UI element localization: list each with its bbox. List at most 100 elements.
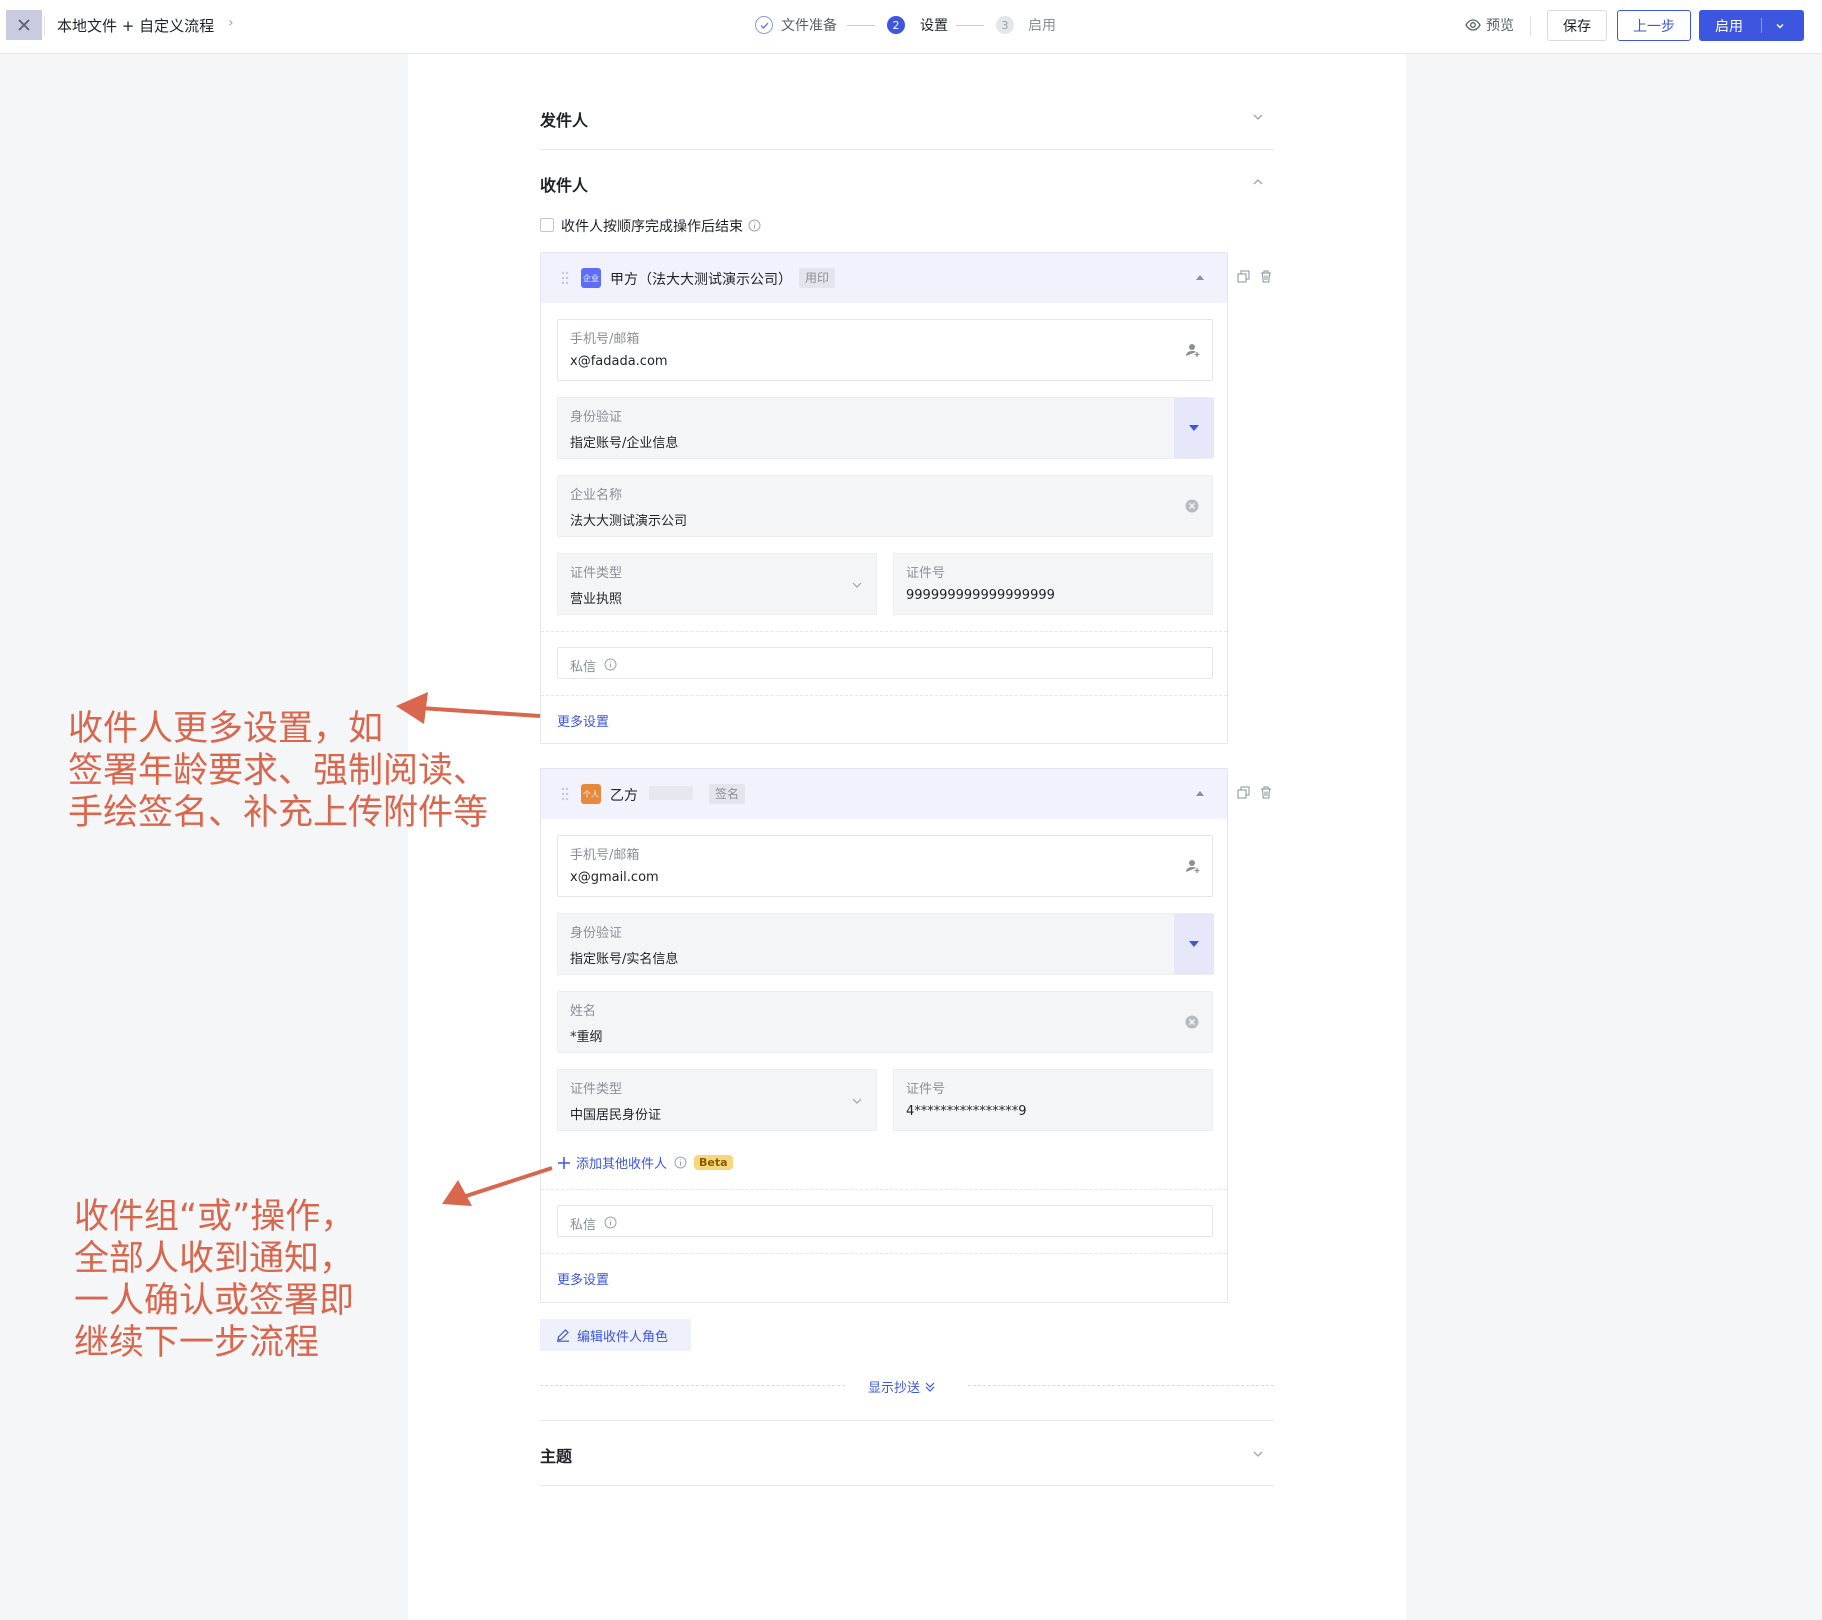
- preview-label: 预览: [1486, 18, 1514, 34]
- edit-recipient-roles-button[interactable]: 编辑收件人角色: [540, 1319, 691, 1351]
- annotation-line: 继续下一步流程: [74, 1323, 320, 1363]
- divider: [541, 695, 1227, 696]
- step-number-3: 3: [996, 16, 1014, 34]
- edit-roles-label: 编辑收件人角色: [577, 1329, 669, 1345]
- save-button[interactable]: 保存: [1547, 10, 1607, 41]
- action-tag: 用印: [799, 268, 836, 288]
- eye-icon: [1465, 19, 1481, 31]
- add-other-recipient-button[interactable]: 添加其他收件人 Beta: [557, 1153, 733, 1172]
- annotation-line: 签署年龄要求、强制阅读、: [68, 751, 489, 791]
- copy-icon[interactable]: [1237, 786, 1250, 799]
- field-label: 私信: [570, 1218, 597, 1233]
- step-label-settings[interactable]: 设置: [920, 15, 948, 35]
- show-cc-toggle[interactable]: 显示抄送: [868, 1377, 936, 1396]
- field-label: 证件号: [906, 566, 946, 581]
- step-label-prepare[interactable]: 文件准备: [781, 15, 837, 35]
- caret-down-icon: [1189, 425, 1199, 431]
- step-connector: [847, 25, 875, 26]
- identity-verification-select[interactable]: 身份验证 指定账号/企业信息: [557, 397, 1214, 459]
- org-badge: 企业: [581, 268, 601, 288]
- recipient-name: 乙方: [610, 788, 638, 804]
- identity-verification-select[interactable]: 身份验证 指定账号/实名信息: [557, 913, 1214, 975]
- info-icon[interactable]: [674, 1156, 687, 1169]
- chevron-down-icon[interactable]: [1252, 1448, 1264, 1460]
- divider: [968, 1385, 1274, 1386]
- private-message-field[interactable]: 私信: [557, 647, 1213, 679]
- step-number-2: 2: [887, 16, 905, 34]
- annotation-arrow: [442, 1166, 553, 1206]
- field-label: 企业名称: [570, 488, 623, 503]
- id-number-field[interactable]: 证件号 999999999999999999: [893, 553, 1213, 615]
- info-icon[interactable]: [604, 658, 617, 671]
- sequential-checkbox[interactable]: [540, 218, 554, 232]
- drag-handle-icon[interactable]: [561, 787, 569, 801]
- field-value: 4****************9: [906, 1104, 1027, 1119]
- contact-field[interactable]: 手机号/邮箱 x@gmail.com: [557, 835, 1213, 897]
- sender-section-title[interactable]: 发件人: [540, 107, 588, 131]
- chevron-down-icon[interactable]: [1252, 111, 1264, 123]
- contact-field[interactable]: 手机号/邮箱 x@fadada.com: [557, 319, 1213, 381]
- subject-section-title[interactable]: 主题: [540, 1443, 572, 1467]
- field-value: 法大大测试演示公司: [570, 514, 688, 529]
- divider: [541, 1189, 1227, 1190]
- field-label: 手机号/邮箱: [570, 332, 640, 347]
- enable-label: 启用: [1715, 18, 1743, 35]
- caret-up-icon[interactable]: [1195, 273, 1205, 281]
- annotation-line: 手绘签名、补充上传附件等: [68, 793, 489, 833]
- id-number-field[interactable]: 证件号 4****************9: [893, 1069, 1213, 1131]
- add-contact-icon[interactable]: [1185, 342, 1201, 358]
- chevron-up-icon[interactable]: [1252, 176, 1264, 188]
- caret-up-icon[interactable]: [1195, 789, 1205, 797]
- step-done-icon: [755, 16, 773, 34]
- field-label: 身份验证: [570, 926, 623, 941]
- show-cc-label: 显示抄送: [868, 1381, 921, 1396]
- recipient-card: 个人 乙方 签名 手机号/邮箱 x@gmail.com 身份验证 指定账号/实名…: [540, 768, 1228, 1303]
- delete-icon[interactable]: [1260, 786, 1272, 799]
- chevron-right-icon: ›: [228, 15, 234, 31]
- clear-icon[interactable]: [1185, 499, 1199, 513]
- recipient-card-header[interactable]: 个人 乙方 签名: [541, 769, 1227, 819]
- step-connector: [956, 25, 984, 26]
- more-settings-link[interactable]: 更多设置: [557, 711, 609, 730]
- preview-button[interactable]: 预览: [1465, 15, 1514, 35]
- person-badge: 个人: [581, 784, 601, 804]
- field-value: 中国居民身份证: [570, 1108, 662, 1123]
- close-icon: [18, 19, 30, 31]
- field-value: 999999999999999999: [906, 588, 1055, 603]
- more-settings-link[interactable]: 更多设置: [557, 1269, 609, 1288]
- enable-button[interactable]: 启用: [1699, 10, 1804, 41]
- delete-icon[interactable]: [1260, 270, 1272, 283]
- dropdown-toggle[interactable]: [1174, 398, 1214, 458]
- dropdown-toggle[interactable]: [1174, 914, 1214, 974]
- recipient-card: 企业 甲方（法大大测试演示公司） 用印 手机号/邮箱 x@fadada.com …: [540, 252, 1228, 744]
- divider: [540, 1385, 845, 1386]
- info-icon[interactable]: [604, 1216, 617, 1229]
- company-name-field[interactable]: 企业名称 法大大测试演示公司: [557, 475, 1213, 537]
- person-name-field[interactable]: 姓名 *重纲: [557, 991, 1213, 1053]
- annotation-line: 收件组“或”操作，: [74, 1197, 356, 1237]
- divider: [540, 1485, 1274, 1486]
- id-type-select[interactable]: 证件类型 营业执照: [557, 553, 877, 615]
- close-button[interactable]: [6, 10, 42, 40]
- copy-icon[interactable]: [1237, 270, 1250, 283]
- divider: [44, 16, 45, 36]
- private-message-field[interactable]: 私信: [557, 1205, 1213, 1237]
- divider: [1761, 18, 1762, 33]
- beta-badge: Beta: [694, 1155, 733, 1170]
- step-label-enable[interactable]: 启用: [1028, 15, 1056, 35]
- divider: [541, 1253, 1227, 1254]
- add-contact-icon[interactable]: [1185, 858, 1201, 874]
- id-type-select[interactable]: 证件类型 中国居民身份证: [557, 1069, 877, 1131]
- drag-handle-icon[interactable]: [561, 271, 569, 285]
- chevron-down-icon[interactable]: [1775, 21, 1785, 31]
- page-title: 本地文件 + 自定义流程: [57, 17, 215, 35]
- previous-step-button[interactable]: 上一步: [1617, 10, 1691, 41]
- recipient-card-header[interactable]: 企业 甲方（法大大测试演示公司） 用印: [541, 253, 1227, 303]
- field-value: 指定账号/企业信息: [570, 436, 679, 451]
- divider: [540, 149, 1274, 150]
- field-label: 身份验证: [570, 410, 623, 425]
- info-icon[interactable]: [748, 219, 761, 232]
- recipients-section-title[interactable]: 收件人: [540, 172, 588, 196]
- field-label: 证件类型: [570, 1082, 623, 1097]
- clear-icon[interactable]: [1185, 1015, 1199, 1029]
